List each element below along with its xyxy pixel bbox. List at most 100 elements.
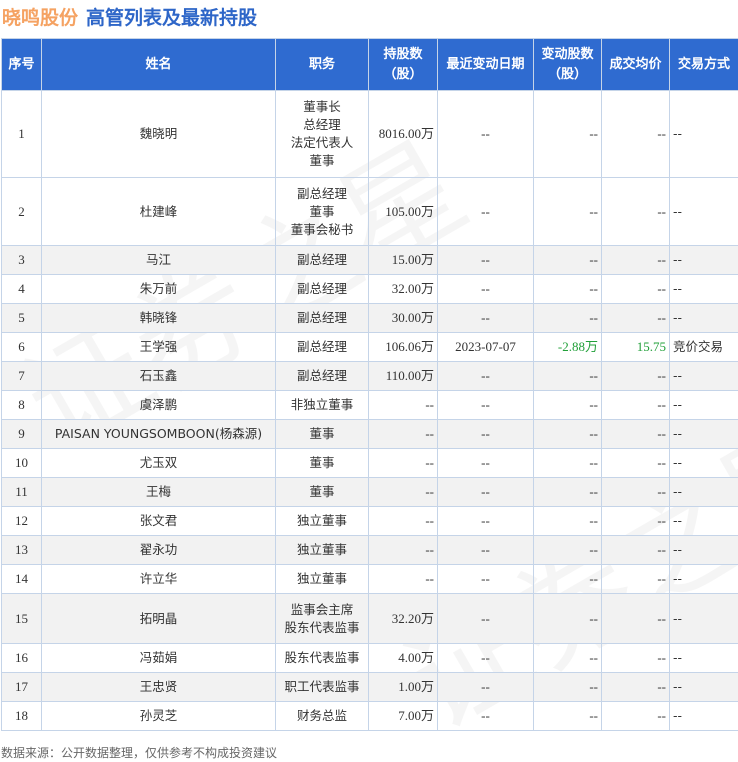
cell-change-shares: -- (533, 361, 602, 391)
cell-change-date: -- (437, 506, 534, 536)
cell-change-date: -- (437, 177, 534, 246)
table-row: 16 冯茹娟 股东代表监事 4.00万 -- -- -- -- (1, 643, 738, 673)
cell-name: 王忠贤 (41, 672, 276, 702)
cell-name: 翟永功 (41, 535, 276, 565)
cell-avg-price: -- (601, 535, 670, 565)
table-header: 序号 姓名 职务 持股数（股） 最近变动日期 变动股数（股） 成交均价 交易方式 (1, 38, 738, 91)
cell-change-date: -- (437, 274, 534, 304)
cell-trade-type: -- (669, 506, 738, 536)
cell-change-date: -- (437, 477, 534, 507)
cell-trade-type: -- (669, 593, 738, 644)
cell-change-shares: -- (533, 90, 602, 178)
table-row: 4 朱万前 副总经理 32.00万 -- -- -- -- (1, 274, 738, 304)
table-row: 10 尤玉双 董事 -- -- -- -- -- (1, 448, 738, 478)
cell-position: 副总经理 (275, 332, 369, 362)
cell-index: 1 (1, 90, 42, 178)
cell-position: 非独立董事 (275, 390, 369, 420)
cell-change-date: 2023-07-07 (437, 332, 534, 362)
header-col-name: 姓名 (41, 38, 276, 91)
header-col-avg-price: 成交均价 (601, 38, 670, 91)
cell-change-date: -- (437, 593, 534, 644)
cell-shares: 30.00万 (368, 303, 438, 333)
cell-trade-type: -- (669, 419, 738, 449)
cell-position: 副总经理 (275, 303, 369, 333)
table-row: 13 翟永功 独立董事 -- -- -- -- -- (1, 535, 738, 565)
cell-index: 5 (1, 303, 42, 333)
cell-position: 监事会主席 股东代表监事 (275, 593, 369, 644)
cell-shares: 32.00万 (368, 274, 438, 304)
cell-position: 董事 (275, 419, 369, 449)
cell-position: 副总经理 (275, 361, 369, 391)
cell-position: 副总经理 董事 董事会秘书 (275, 177, 369, 246)
cell-shares: 106.06万 (368, 332, 438, 362)
cell-trade-type: -- (669, 535, 738, 565)
cell-change-date: -- (437, 672, 534, 702)
cell-name: 张文君 (41, 506, 276, 536)
cell-trade-type: -- (669, 177, 738, 246)
cell-avg-price: -- (601, 672, 670, 702)
cell-change-shares: -- (533, 274, 602, 304)
cell-change-date: -- (437, 303, 534, 333)
cell-change-shares: -- (533, 535, 602, 565)
cell-index: 17 (1, 672, 42, 702)
cell-trade-type: -- (669, 477, 738, 507)
cell-trade-type: -- (669, 390, 738, 420)
cell-change-date: -- (437, 361, 534, 391)
cell-change-date: -- (437, 245, 534, 275)
cell-position: 职工代表监事 (275, 672, 369, 702)
cell-index: 3 (1, 245, 42, 275)
cell-name: 杜建峰 (41, 177, 276, 246)
cell-name: 石玉鑫 (41, 361, 276, 391)
header-col-index: 序号 (1, 38, 42, 91)
cell-change-shares: -- (533, 701, 602, 731)
header-col-trade-type: 交易方式 (669, 38, 738, 91)
page-subtitle: 高管列表及最新持股 (86, 7, 258, 29)
cell-shares: -- (368, 477, 438, 507)
cell-index: 15 (1, 593, 42, 644)
cell-avg-price: -- (601, 448, 670, 478)
cell-index: 8 (1, 390, 42, 420)
cell-change-date: -- (437, 419, 534, 449)
cell-trade-type: 竞价交易 (669, 332, 738, 362)
cell-change-shares: -- (533, 448, 602, 478)
cell-shares: 110.00万 (368, 361, 438, 391)
header-col-shares: 持股数（股） (368, 38, 438, 91)
cell-name: 许立华 (41, 564, 276, 594)
cell-position: 独立董事 (275, 535, 369, 565)
header-col-change-shares: 变动股数（股） (533, 38, 602, 91)
cell-trade-type: -- (669, 448, 738, 478)
cell-trade-type: -- (669, 643, 738, 673)
cell-change-shares: -- (533, 303, 602, 333)
cell-trade-type: -- (669, 361, 738, 391)
cell-name: 王梅 (41, 477, 276, 507)
cell-change-shares: -- (533, 390, 602, 420)
cell-avg-price: -- (601, 274, 670, 304)
cell-change-shares: -- (533, 419, 602, 449)
cell-position: 副总经理 (275, 245, 369, 275)
table-row: 5 韩晓锋 副总经理 30.00万 -- -- -- -- (1, 303, 738, 333)
table-row: 15 拓明晶 监事会主席 股东代表监事 32.20万 -- -- -- -- (1, 593, 738, 644)
cell-shares: -- (368, 535, 438, 565)
cell-name: 魏晓明 (41, 90, 276, 178)
cell-name: PAISAN YOUNGSOMBOON(杨森源) (41, 419, 276, 449)
cell-avg-price: -- (601, 593, 670, 644)
table-row: 8 虞泽鹏 非独立董事 -- -- -- -- -- (1, 390, 738, 420)
cell-change-shares: -- (533, 643, 602, 673)
cell-name: 马江 (41, 245, 276, 275)
cell-avg-price: -- (601, 506, 670, 536)
cell-shares: -- (368, 448, 438, 478)
cell-shares: 1.00万 (368, 672, 438, 702)
cell-change-shares: -- (533, 564, 602, 594)
cell-shares: -- (368, 390, 438, 420)
cell-index: 11 (1, 477, 42, 507)
cell-position: 董事长 总经理 法定代表人 董事 (275, 90, 369, 178)
cell-shares: 4.00万 (368, 643, 438, 673)
cell-change-date: -- (437, 448, 534, 478)
cell-position: 独立董事 (275, 506, 369, 536)
cell-name: 拓明晶 (41, 593, 276, 644)
cell-change-shares: -- (533, 593, 602, 644)
cell-trade-type: -- (669, 672, 738, 702)
table-row: 11 王梅 董事 -- -- -- -- -- (1, 477, 738, 507)
cell-avg-price: -- (601, 643, 670, 673)
cell-avg-price: 15.75 (601, 332, 670, 362)
